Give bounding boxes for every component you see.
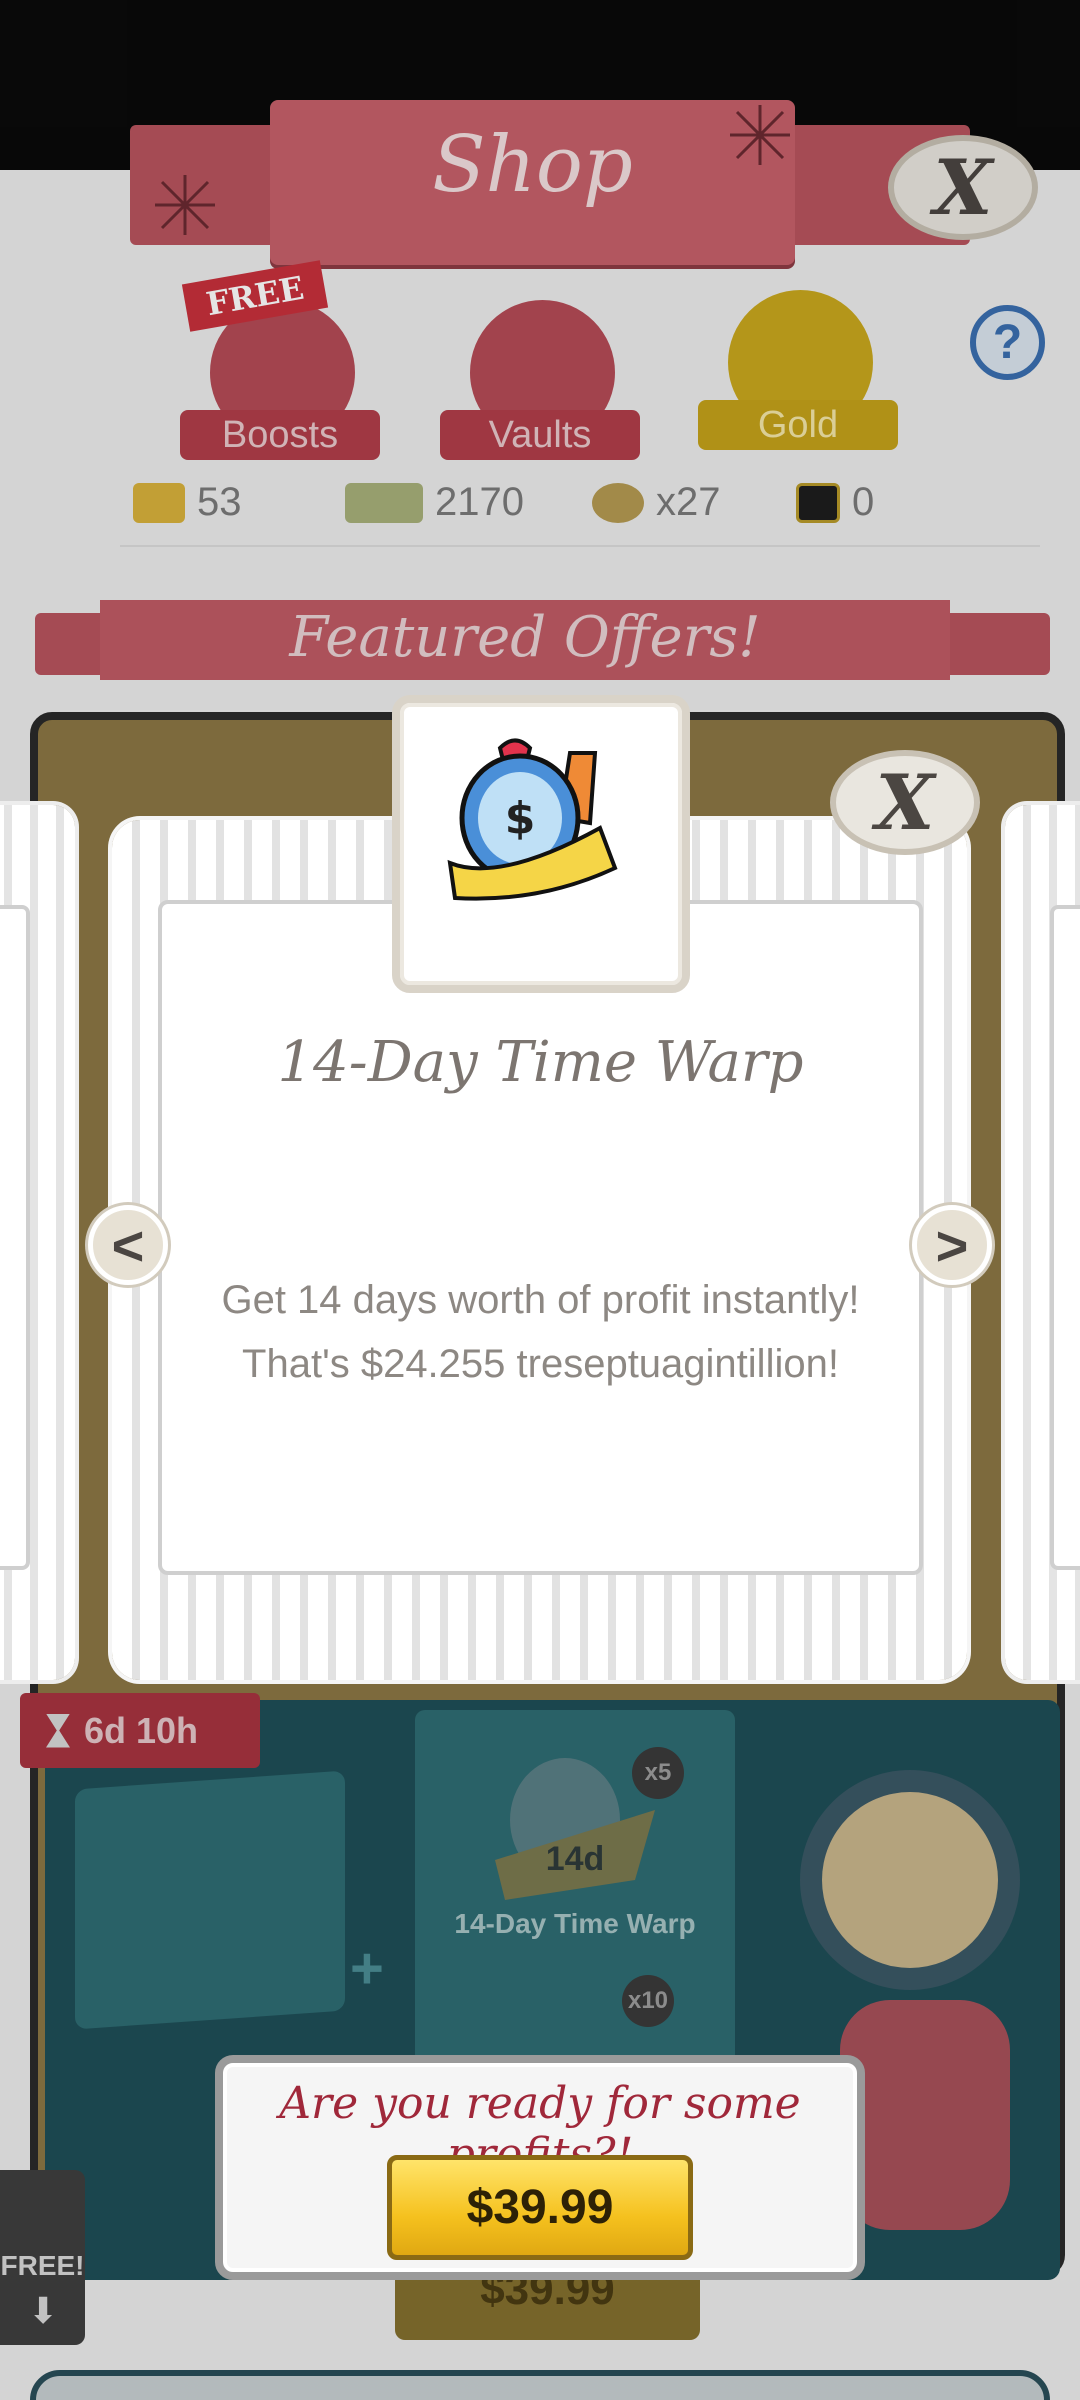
buy-button[interactable]: $39.99	[387, 2155, 693, 2260]
item-title: 14-Day Time Warp	[277, 1030, 804, 1095]
modal-close-button[interactable]: X	[830, 750, 980, 855]
item-description: Get 14 days worth of profit instantly! T…	[158, 1268, 923, 1396]
item-modal-panel	[158, 900, 923, 1575]
carousel-card-next[interactable]	[1005, 805, 1080, 1680]
item-description-line: That's $24.255 treseptuagintillion!	[242, 1342, 839, 1386]
item-description-line: Get 14 days worth of profit instantly!	[221, 1278, 860, 1322]
chevron-right-icon: >	[935, 1213, 969, 1277]
carousel-prev-button[interactable]: <	[88, 1205, 168, 1285]
time-warp-icon: $	[447, 738, 618, 901]
carousel-card-previous[interactable]	[0, 805, 75, 1680]
svg-text:$: $	[505, 793, 536, 844]
shop-screen: Shop X ? Boosts FREE Vaults Gold 53 2170…	[0, 0, 1080, 2400]
item-icon-box: $	[392, 695, 690, 993]
chevron-left-icon: <	[111, 1213, 145, 1277]
carousel-next-button[interactable]: >	[912, 1205, 992, 1285]
